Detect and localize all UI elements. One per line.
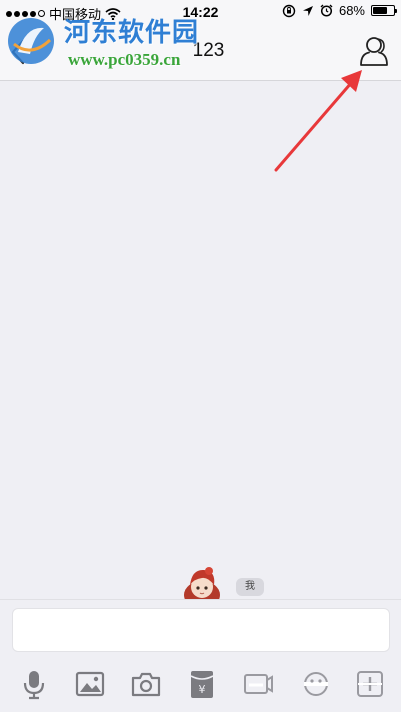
- camera-icon[interactable]: [130, 668, 162, 700]
- rotation-lock-icon: [282, 4, 296, 17]
- watermark-url: www.pc0359.cn: [68, 50, 181, 69]
- svg-text:¥: ¥: [199, 683, 206, 696]
- status-right: 68%: [282, 3, 397, 18]
- image-icon[interactable]: [74, 668, 106, 700]
- site-watermark: 河东软件园 www.pc0359.cn: [4, 10, 214, 74]
- location-icon: [302, 5, 313, 16]
- video-icon[interactable]: [300, 668, 332, 700]
- watermark-name: 河东软件园: [64, 18, 200, 48]
- alarm-icon: [320, 4, 333, 17]
- message-input[interactable]: [12, 608, 390, 652]
- self-tag: 我: [236, 578, 264, 596]
- profile-button[interactable]: [357, 34, 391, 68]
- battery-percent: 68%: [338, 3, 365, 18]
- battery-level: [373, 7, 387, 14]
- microphone-icon[interactable]: [18, 668, 50, 700]
- input-panel: ¥: [0, 599, 401, 712]
- watermark-logo-icon: [8, 18, 54, 64]
- user-icon: [360, 37, 388, 66]
- sticker-icon[interactable]: [242, 668, 274, 700]
- red-packet-icon[interactable]: ¥: [186, 668, 218, 700]
- input-toolbar: ¥: [0, 664, 401, 704]
- battery-icon: [371, 5, 397, 16]
- avatar[interactable]: [182, 565, 222, 599]
- plus-icon[interactable]: [354, 668, 386, 700]
- chat-area[interactable]: 我: [0, 81, 401, 599]
